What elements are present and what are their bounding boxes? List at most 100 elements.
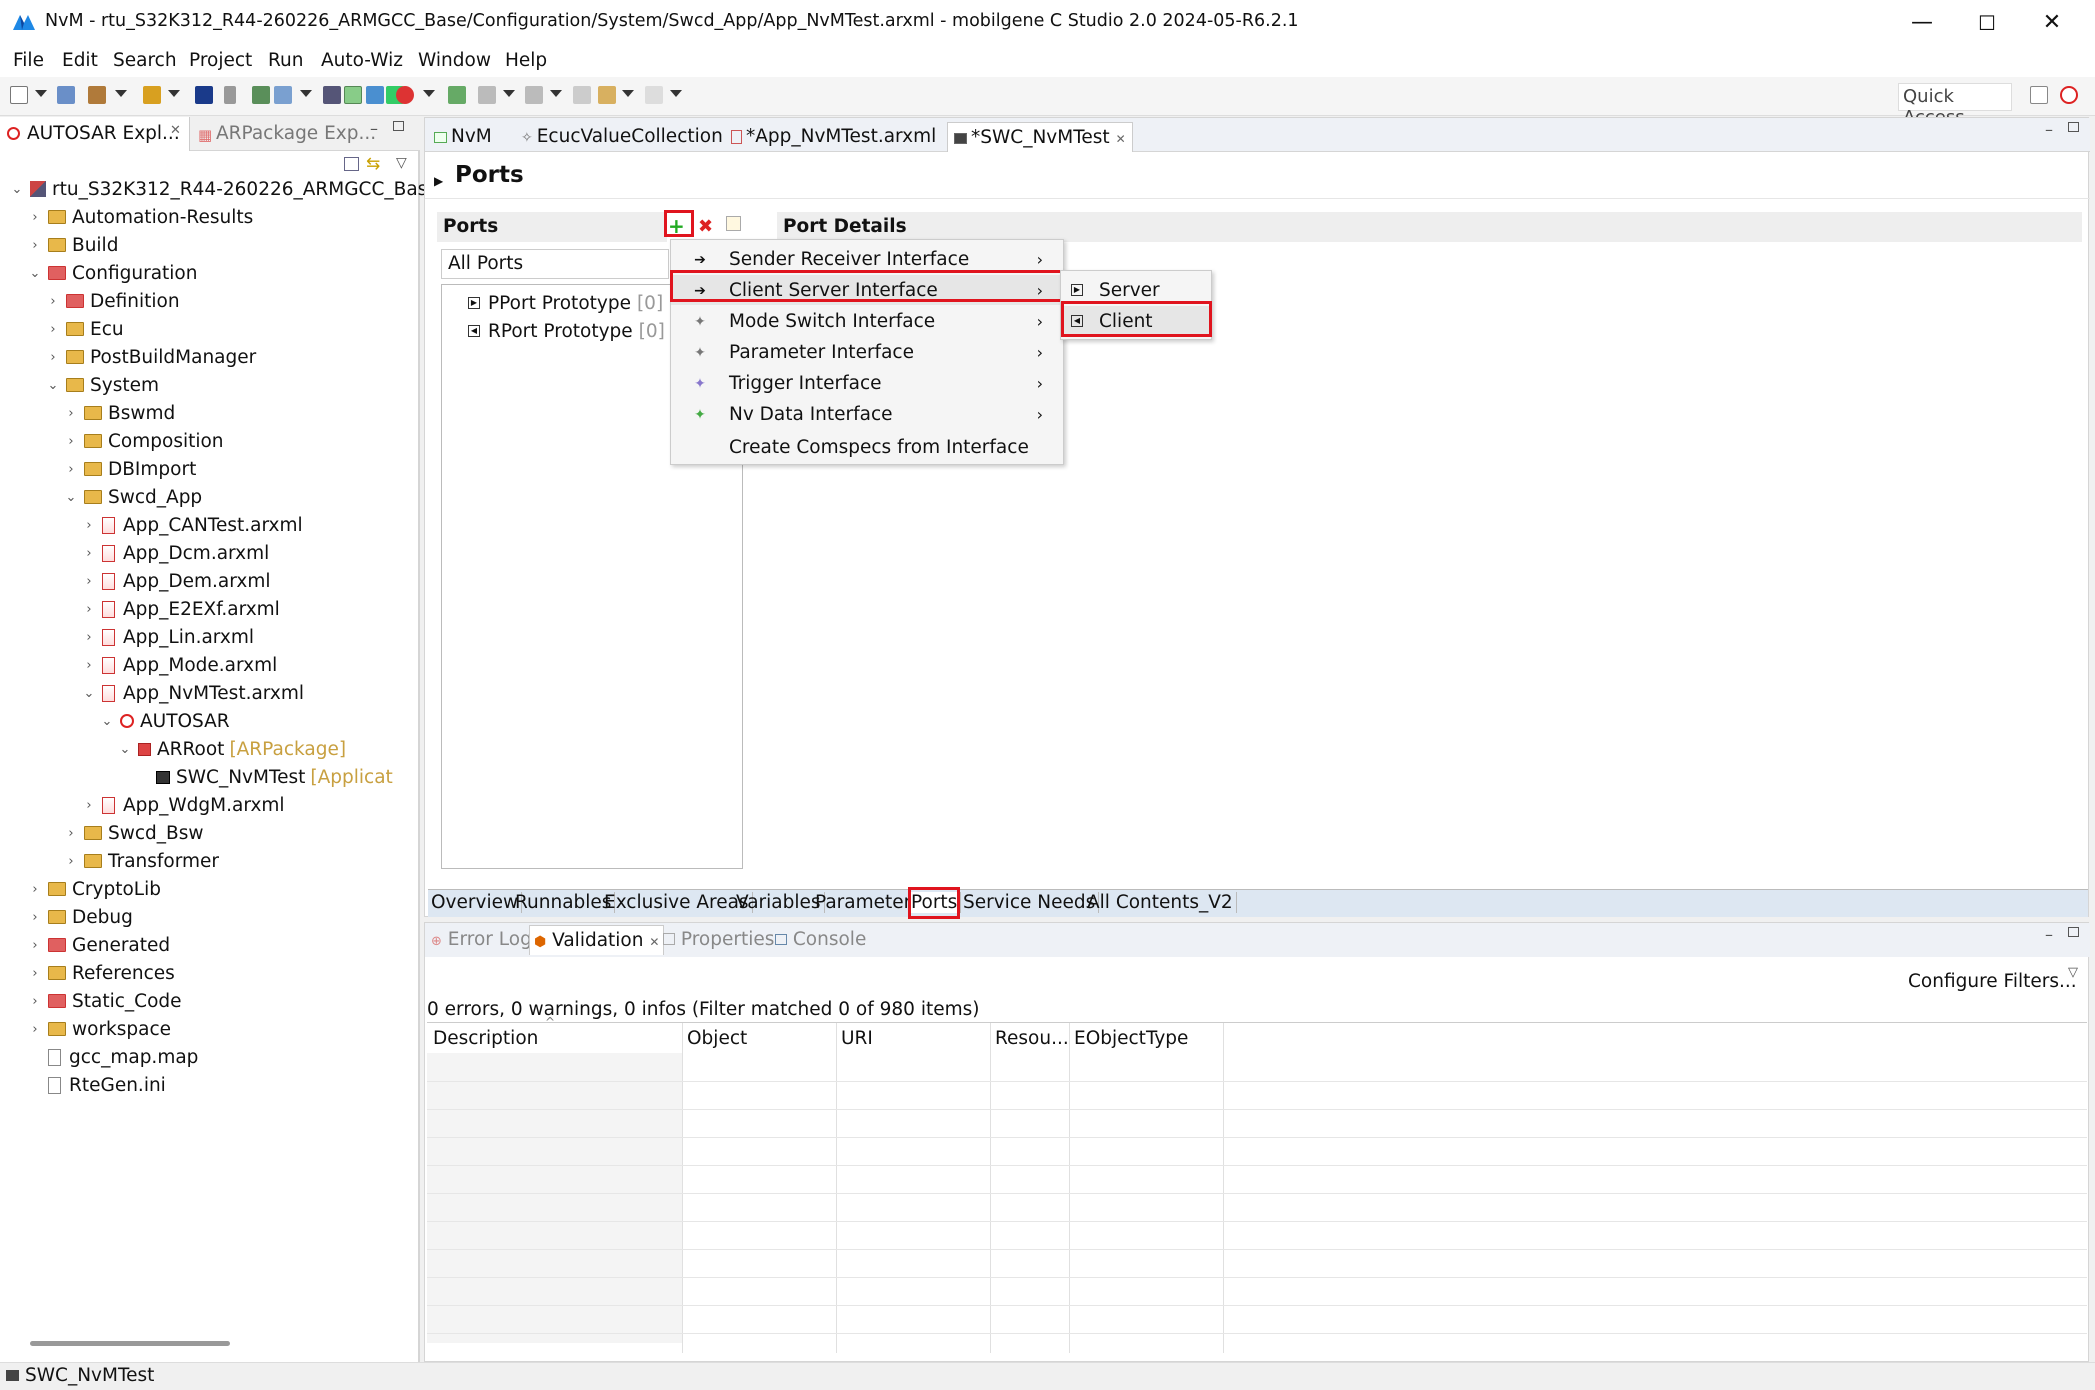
tab-runnables[interactable]: Runnables: [512, 892, 616, 913]
back-icon[interactable]: [598, 86, 616, 104]
tree-item[interactable]: › Transformer: [64, 847, 219, 875]
tool-c-dropdown-icon[interactable]: [300, 90, 312, 97]
tab-error-log[interactable]: ⊕ Error Log: [431, 929, 532, 950]
tool-e-icon[interactable]: [344, 86, 362, 104]
menu-help[interactable]: Help: [505, 50, 547, 71]
view-menu-icon[interactable]: ▽: [396, 155, 407, 171]
minimize-editor-icon[interactable]: –: [2045, 120, 2053, 139]
chevron-right-icon[interactable]: ›: [64, 826, 78, 841]
tool-c-icon[interactable]: [274, 86, 292, 104]
tool-k-dropdown-icon[interactable]: [550, 90, 562, 97]
menu-item-trigger[interactable]: ✦ Trigger Interface ›: [671, 368, 1063, 398]
new-dropdown-icon[interactable]: [35, 90, 47, 97]
tree-item[interactable]: › Debug: [28, 903, 132, 931]
tool-b-icon[interactable]: [252, 86, 270, 104]
port-item-pport[interactable]: ▶ PPort Prototype [0]: [468, 289, 663, 317]
delete-port-icon[interactable]: ✖: [698, 216, 713, 237]
edit-port-icon[interactable]: [726, 216, 741, 231]
tree-item[interactable]: › Generated: [28, 931, 170, 959]
tab-nvm[interactable]: NvM: [428, 122, 498, 152]
tab-exclusive-areas[interactable]: Exclusive Areas: [601, 892, 753, 913]
build-dropdown-icon[interactable]: [115, 90, 127, 97]
menu-item-mode-switch[interactable]: ✦ Mode Switch Interface ›: [671, 306, 1063, 336]
menu-window[interactable]: Window: [418, 50, 491, 71]
build-icon[interactable]: [88, 86, 106, 104]
tree-item[interactable]: › Bswmd: [64, 399, 175, 427]
tree-item[interactable]: ⌄ Swcd_App: [64, 483, 203, 511]
chevron-down-icon[interactable]: ⌄: [64, 490, 78, 505]
tab-overview[interactable]: Overview: [428, 892, 523, 913]
chevron-down-icon[interactable]: ⌄: [82, 686, 96, 701]
tab-arpackage-explorer[interactable]: ▦ ARPackage Exp...: [196, 117, 386, 151]
chevron-right-icon[interactable]: ›: [64, 854, 78, 869]
menu-item-nv-data[interactable]: ✦ Nv Data Interface ›: [671, 399, 1063, 429]
save-icon[interactable]: [57, 86, 75, 104]
menu-run[interactable]: Run: [268, 50, 303, 71]
chevron-right-icon[interactable]: ›: [64, 434, 78, 449]
new-icon[interactable]: [10, 86, 28, 104]
tree-item[interactable]: › Swcd_Bsw: [64, 819, 203, 847]
chevron-right-icon[interactable]: ›: [28, 994, 42, 1009]
chevron-right-icon[interactable]: ›: [64, 462, 78, 477]
tree-item[interactable]: › workspace: [28, 1015, 171, 1043]
maximize-view-icon[interactable]: [393, 121, 404, 131]
menu-search[interactable]: Search: [113, 50, 177, 71]
column-object[interactable]: Object: [687, 1028, 747, 1056]
maximize-view-icon[interactable]: [2068, 927, 2079, 937]
tree-item[interactable]: ⌄ ARRoot [ARPackage]: [118, 735, 347, 763]
chevron-right-icon[interactable]: ›: [82, 658, 96, 673]
back-dropdown-icon[interactable]: [622, 90, 634, 97]
close-icon[interactable]: ✕: [1116, 132, 1126, 146]
minimize-button[interactable]: —: [1890, 0, 1954, 45]
chevron-down-icon[interactable]: ⌄: [118, 742, 132, 757]
tree-item[interactable]: ⌄ System: [46, 371, 159, 399]
maximize-button[interactable]: ☐: [1955, 0, 2019, 45]
tool-j-dropdown-icon[interactable]: [503, 90, 515, 97]
tree-item[interactable]: › CryptoLib: [28, 875, 161, 903]
chevron-right-icon[interactable]: ›: [46, 350, 60, 365]
tool-j-icon[interactable]: [478, 86, 496, 104]
chevron-down-icon[interactable]: ⌄: [28, 266, 42, 281]
tool-h-icon[interactable]: [396, 86, 414, 104]
menu-auto-wiz[interactable]: Auto-Wiz: [321, 50, 403, 71]
tab-app-nvmtest[interactable]: *App_NvMTest.arxml: [725, 122, 942, 152]
chevron-right-icon[interactable]: ›: [28, 910, 42, 925]
tree-item[interactable]: › Static_Code: [28, 987, 181, 1015]
column-description[interactable]: Description: [433, 1028, 538, 1056]
chevron-right-icon[interactable]: ›: [64, 406, 78, 421]
menu-item-parameter[interactable]: ✦ Parameter Interface ›: [671, 337, 1063, 367]
tree-item[interactable]: › Build: [28, 231, 118, 259]
port-filter-select[interactable]: All Ports: [441, 249, 669, 279]
tree-item[interactable]: gcc_map.map: [28, 1043, 198, 1071]
run-dropdown-icon[interactable]: [168, 90, 180, 97]
tool-d-icon[interactable]: [323, 86, 341, 104]
submenu-item-server[interactable]: ▶ Server: [1061, 275, 1211, 305]
port-item-rport[interactable]: ◀ RPort Prototype [0]: [468, 317, 665, 345]
tree-item[interactable]: › Automation-Results: [28, 203, 253, 231]
tree-item[interactable]: › App_Dcm.arxml: [82, 539, 269, 567]
forward-dropdown-icon[interactable]: [670, 90, 682, 97]
link-editor-icon[interactable]: ⇆: [366, 154, 380, 174]
chevron-right-icon[interactable]: ›: [46, 322, 60, 337]
quick-access-field[interactable]: Quick Access: [1898, 83, 2012, 128]
menu-item-client-server[interactable]: ➔ Client Server Interface ›: [671, 275, 1063, 305]
tab-autosar-explorer[interactable]: AUTOSAR Expl... ✕: [0, 117, 190, 151]
chevron-right-icon[interactable]: ›: [28, 1022, 42, 1037]
tree-item[interactable]: › DBImport: [64, 455, 196, 483]
menu-item-create-comspecs[interactable]: Create Comspecs from Interface: [671, 432, 1063, 462]
run-icon[interactable]: [143, 86, 161, 104]
maximize-editor-icon[interactable]: [2068, 122, 2079, 132]
configure-filters-button[interactable]: Configure Filters...: [1908, 971, 2077, 992]
collapse-all-icon[interactable]: [344, 157, 359, 171]
chevron-right-icon[interactable]: ›: [82, 630, 96, 645]
chevron-right-icon[interactable]: ›: [28, 210, 42, 225]
tool-a-icon[interactable]: [224, 86, 236, 104]
section-toggle-icon[interactable]: ▶: [434, 174, 443, 188]
chevron-right-icon[interactable]: ›: [46, 294, 60, 309]
chevron-right-icon[interactable]: ›: [82, 574, 96, 589]
menu-edit[interactable]: Edit: [62, 50, 98, 71]
chevron-down-icon[interactable]: ⌄: [46, 378, 60, 393]
chevron-right-icon[interactable]: ›: [28, 882, 42, 897]
tab-swc-nvmtest[interactable]: *SWC_NvMTest ✕: [947, 122, 1133, 152]
tool-t-icon[interactable]: [195, 86, 213, 104]
